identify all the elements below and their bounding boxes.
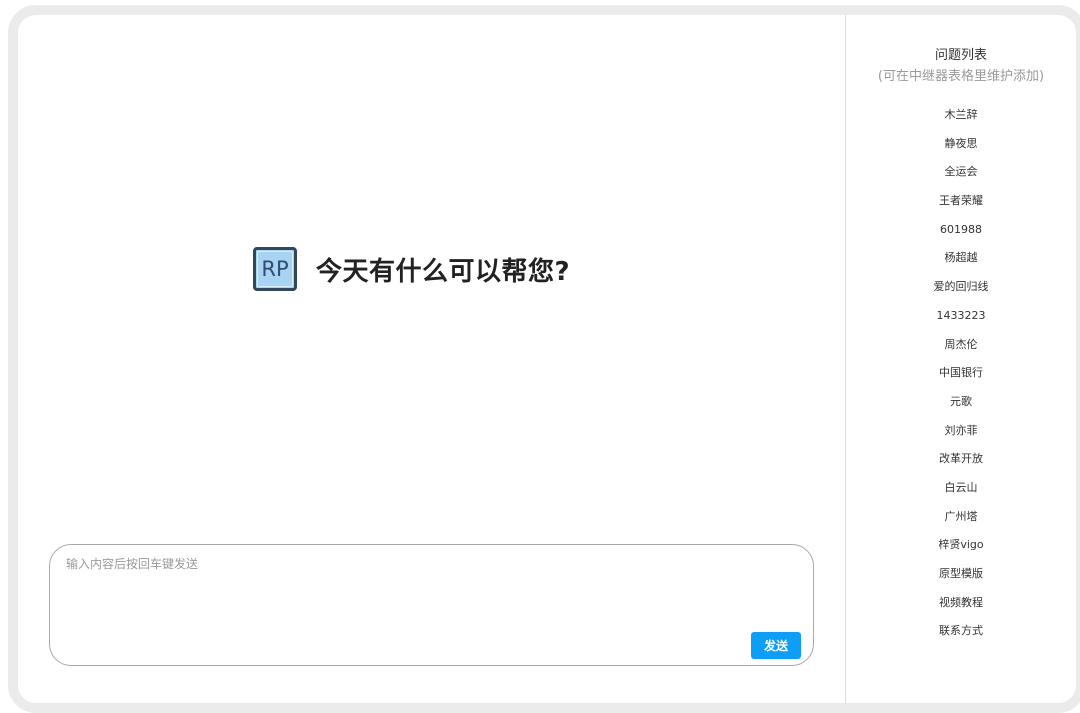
question-item[interactable]: 王者荣耀 bbox=[846, 187, 1076, 216]
question-item[interactable]: 杨超越 bbox=[846, 244, 1076, 273]
question-item[interactable]: 中国银行 bbox=[846, 359, 1076, 388]
question-item[interactable]: 联系方式 bbox=[846, 617, 1076, 646]
question-item[interactable]: 广州塔 bbox=[846, 503, 1076, 532]
app-frame: RP 今天有什么可以帮您? 发送 问题列表 (可在中继器表格里维护添加) 木兰辞… bbox=[8, 5, 1080, 713]
question-item[interactable]: 周杰伦 bbox=[846, 331, 1076, 360]
question-item[interactable]: 1433223 bbox=[846, 302, 1076, 331]
question-list: 木兰辞 静夜思 全运会 王者荣耀 601988 杨超越 爱的回归线 143322… bbox=[846, 101, 1076, 646]
sidebar-title: 问题列表 bbox=[934, 48, 987, 63]
question-item[interactable]: 白云山 bbox=[846, 474, 1076, 503]
send-button[interactable]: 发送 bbox=[751, 632, 801, 659]
question-item[interactable]: 刘亦菲 bbox=[846, 417, 1076, 446]
question-list-sidebar: 问题列表 (可在中继器表格里维护添加) 木兰辞 静夜思 全运会 王者荣耀 601… bbox=[845, 15, 1076, 703]
question-item[interactable]: 全运会 bbox=[846, 158, 1076, 187]
welcome-greeting: 今天有什么可以帮您? bbox=[316, 256, 571, 287]
question-item[interactable]: 原型模版 bbox=[846, 560, 1076, 589]
question-item[interactable]: 木兰辞 bbox=[846, 101, 1076, 130]
question-item[interactable]: 爱的回归线 bbox=[846, 273, 1076, 302]
welcome-hero: RP 今天有什么可以帮您? bbox=[253, 247, 570, 291]
message-input-box: 发送 bbox=[49, 544, 814, 666]
question-item[interactable]: 视频教程 bbox=[846, 589, 1076, 618]
logo-text: RP bbox=[261, 257, 289, 281]
question-item[interactable]: 静夜思 bbox=[846, 130, 1076, 159]
question-item[interactable]: 601988 bbox=[846, 216, 1076, 245]
sidebar-subtitle: (可在中继器表格里维护添加) bbox=[877, 69, 1045, 84]
question-item[interactable]: 梓贤vigo bbox=[846, 531, 1076, 560]
chat-main-panel: RP 今天有什么可以帮您? 发送 bbox=[18, 15, 845, 703]
rp-logo-icon: RP bbox=[253, 247, 297, 291]
message-input[interactable] bbox=[66, 555, 786, 625]
question-item[interactable]: 改革开放 bbox=[846, 445, 1076, 474]
question-item[interactable]: 元歌 bbox=[846, 388, 1076, 417]
